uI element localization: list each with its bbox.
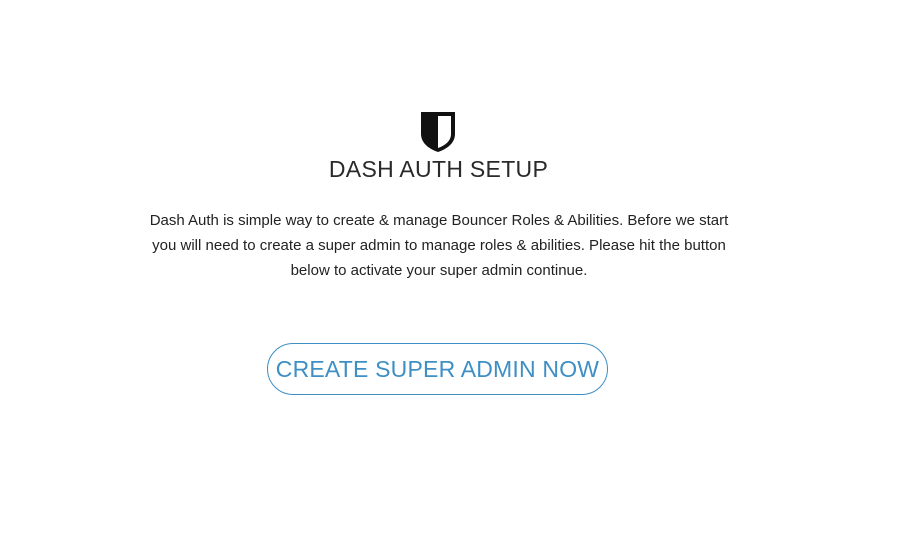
page-title: DASH AUTH SETUP: [328, 156, 549, 182]
create-super-admin-button[interactable]: CREATE SUPER ADMIN NOW: [267, 343, 608, 395]
setup-page: DASH AUTH SETUP Dash Auth is simple way …: [0, 0, 905, 542]
shield-icon: [419, 110, 457, 153]
setup-description: Dash Auth is simple way to create & mana…: [149, 212, 729, 279]
